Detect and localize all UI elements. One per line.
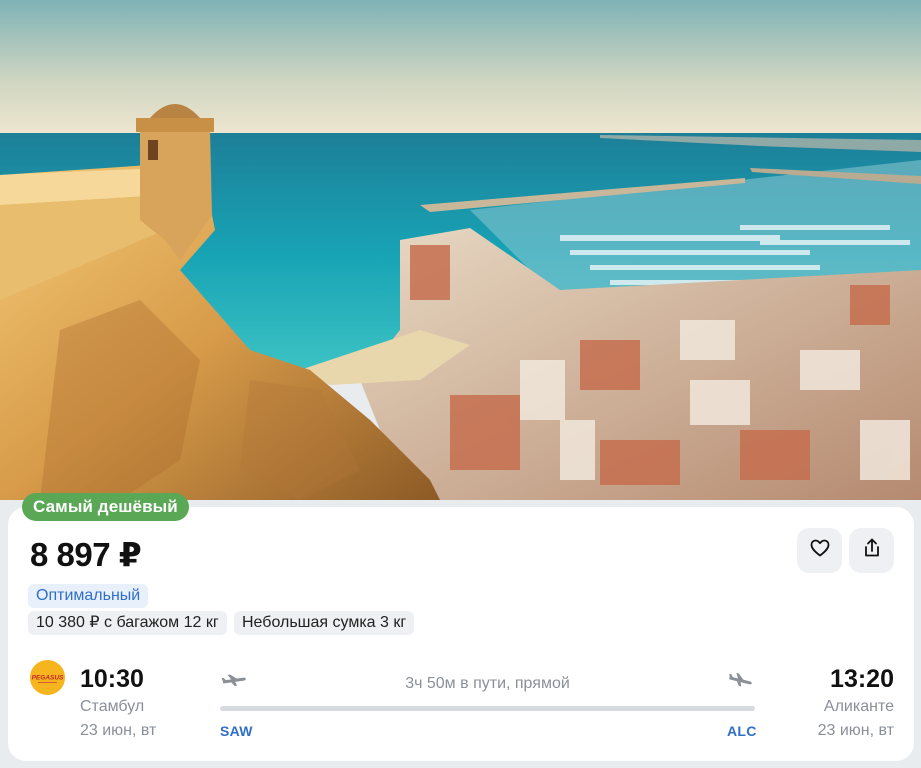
baggage-option-chip[interactable]: 10 380 ₽ с багажом 12 кг [28,611,227,635]
ticket-price: 8 897 ₽ [30,536,142,573]
landing-plane-icon [727,672,753,695]
arrival-city: Аликанте [823,698,894,715]
airline-logo-text: PEGASUS [32,675,64,682]
departure-time: 10:30 [80,665,144,693]
heart-icon [810,539,830,562]
share-button[interactable] [849,528,894,573]
arrival-time: 13:20 [830,665,894,693]
pegasus-logo-icon: PEGASUS [30,660,65,695]
cheapest-badge: Самый дешёвый [22,493,189,521]
favorite-button[interactable] [797,528,842,573]
arrival-date: 23 июн, вт [817,722,894,739]
route-progress-track [220,706,755,711]
arrival-airport-code: ALC [727,723,757,739]
destination-photo [0,0,921,500]
departure-city: Стамбул [80,698,145,715]
flight-duration: 3ч 50м в пути, прямой [405,675,570,692]
departure-date: 23 июн, вт [80,722,157,739]
tariff-tag[interactable]: Оптимальный [28,584,149,608]
share-icon [863,538,881,563]
handbag-option-chip[interactable]: Небольшая сумка 3 кг [234,611,415,635]
departure-airport-code: SAW [220,723,253,739]
